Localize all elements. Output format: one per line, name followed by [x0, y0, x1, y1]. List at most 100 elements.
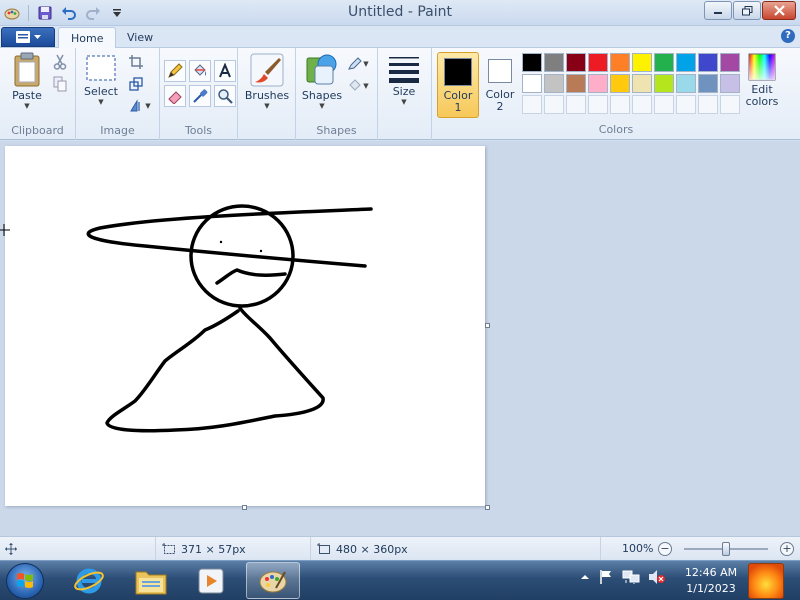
show-hidden-icons-icon[interactable] — [580, 572, 590, 582]
ribbon: Paste ▼ Clipboard Select ▼ ▼ Image Tools… — [0, 48, 800, 140]
select-label: Select — [84, 85, 118, 98]
canvas-workspace[interactable] — [0, 141, 800, 536]
magnifier-icon — [218, 89, 233, 104]
outline-button[interactable]: ▼ — [344, 54, 372, 74]
network-icon[interactable] — [622, 569, 640, 585]
taskbar-clock[interactable]: 12:46 AM 1/1/2023 — [676, 565, 746, 597]
palette-empty-slot[interactable] — [610, 95, 630, 114]
quick-access-toolbar — [2, 3, 127, 23]
copy-button[interactable] — [50, 74, 70, 94]
close-icon — [773, 5, 785, 16]
fill-tool[interactable] — [189, 60, 211, 82]
resize-handle-corner[interactable] — [485, 505, 490, 510]
rotate-button[interactable]: ▼ — [126, 96, 154, 116]
media-player-icon — [198, 568, 224, 593]
palette-empty-slot[interactable] — [588, 95, 608, 114]
paint-app-icon[interactable] — [2, 3, 22, 23]
palette-color-swatch[interactable] — [610, 53, 630, 72]
palette-color-swatch[interactable] — [632, 74, 652, 93]
select-button[interactable]: Select ▼ — [82, 54, 120, 106]
taskbar-media-player[interactable] — [184, 562, 238, 599]
drawing-strokes — [86, 204, 373, 433]
paint-menu-button[interactable] — [1, 27, 55, 47]
volume-muted-icon[interactable] — [648, 569, 666, 585]
system-tray — [580, 569, 666, 585]
palette-empty-slot[interactable] — [544, 95, 564, 114]
desktop-preview-thumbnail[interactable] — [748, 563, 784, 599]
save-icon[interactable] — [35, 3, 55, 23]
taskbar-internet-explorer[interactable] — [62, 562, 116, 599]
edit-colors-button[interactable]: Edit colors — [744, 52, 780, 108]
ribbon-tab-row: Home View ? — [0, 26, 800, 49]
text-icon — [219, 63, 231, 78]
clipboard-icon — [14, 52, 40, 87]
crop-icon — [129, 55, 143, 69]
tab-view[interactable]: View — [115, 27, 165, 49]
customize-qat-icon[interactable] — [107, 3, 127, 23]
minimize-icon — [714, 11, 722, 14]
minimize-button[interactable] — [704, 1, 732, 20]
palette-color-swatch[interactable] — [654, 53, 674, 72]
palette-color-swatch[interactable] — [632, 53, 652, 72]
crosshair-cursor-icon — [0, 224, 10, 236]
zoom-in-button[interactable]: + — [780, 542, 794, 556]
color-1-button[interactable]: Color 1 — [437, 52, 479, 118]
palette-color-swatch[interactable] — [676, 53, 696, 72]
palette-empty-slot[interactable] — [654, 95, 674, 114]
palette-empty-slot[interactable] — [566, 95, 586, 114]
restore-button[interactable] — [733, 1, 761, 20]
palette-color-swatch[interactable] — [566, 53, 586, 72]
chevron-down-icon — [33, 34, 41, 39]
cut-button[interactable] — [50, 52, 70, 72]
shapes-button[interactable]: Shapes ▼ — [302, 52, 342, 110]
pencil-tool[interactable] — [164, 60, 186, 82]
palette-color-swatch[interactable] — [544, 74, 564, 93]
eraser-tool[interactable] — [164, 85, 186, 107]
resize-button[interactable] — [126, 74, 146, 94]
palette-empty-slot[interactable] — [522, 95, 542, 114]
palette-color-swatch[interactable] — [522, 53, 542, 72]
taskbar-windows-explorer[interactable] — [124, 562, 178, 599]
palette-color-swatch[interactable] — [698, 53, 718, 72]
fill-button[interactable]: ▼ — [344, 76, 372, 96]
zoom-slider-thumb[interactable] — [722, 542, 730, 556]
size-button[interactable]: Size ▼ — [384, 54, 424, 106]
tab-home[interactable]: Home — [58, 27, 117, 49]
palette-color-swatch[interactable] — [654, 74, 674, 93]
taskbar-paint[interactable] — [246, 562, 300, 599]
palette-empty-slot[interactable] — [632, 95, 652, 114]
help-icon[interactable]: ? — [781, 29, 795, 43]
magnifier-tool[interactable] — [214, 85, 236, 107]
undo-icon[interactable] — [59, 3, 79, 23]
paste-button[interactable]: Paste ▼ — [8, 52, 46, 110]
action-center-flag-icon[interactable] — [598, 569, 614, 585]
palette-empty-slot[interactable] — [720, 95, 740, 114]
text-tool[interactable] — [214, 60, 236, 82]
close-button[interactable] — [762, 1, 796, 20]
redo-icon[interactable] — [83, 3, 103, 23]
palette-color-swatch[interactable] — [720, 74, 740, 93]
palette-color-swatch[interactable] — [720, 53, 740, 72]
crop-button[interactable] — [126, 52, 146, 72]
resize-handle-bottom[interactable] — [242, 505, 247, 510]
color-1-number: 1 — [454, 101, 462, 114]
zoom-out-button[interactable]: − — [658, 542, 672, 556]
palette-color-swatch[interactable] — [522, 74, 542, 93]
brushes-button[interactable]: Brushes ▼ — [244, 52, 290, 110]
palette-color-swatch[interactable] — [698, 74, 718, 93]
chevron-down-icon: ▼ — [401, 98, 407, 106]
palette-color-swatch[interactable] — [588, 74, 608, 93]
drawing-canvas[interactable] — [5, 146, 485, 506]
resize-handle-right[interactable] — [485, 323, 490, 328]
palette-color-swatch[interactable] — [544, 53, 564, 72]
color-picker-tool[interactable] — [189, 85, 211, 107]
eyedropper-icon — [193, 89, 208, 103]
palette-color-swatch[interactable] — [566, 74, 586, 93]
palette-empty-slot[interactable] — [698, 95, 718, 114]
color-2-button[interactable]: Color 2 — [481, 52, 519, 118]
palette-color-swatch[interactable] — [676, 74, 696, 93]
palette-color-swatch[interactable] — [588, 53, 608, 72]
start-button[interactable] — [6, 563, 44, 599]
palette-color-swatch[interactable] — [610, 74, 630, 93]
palette-empty-slot[interactable] — [676, 95, 696, 114]
